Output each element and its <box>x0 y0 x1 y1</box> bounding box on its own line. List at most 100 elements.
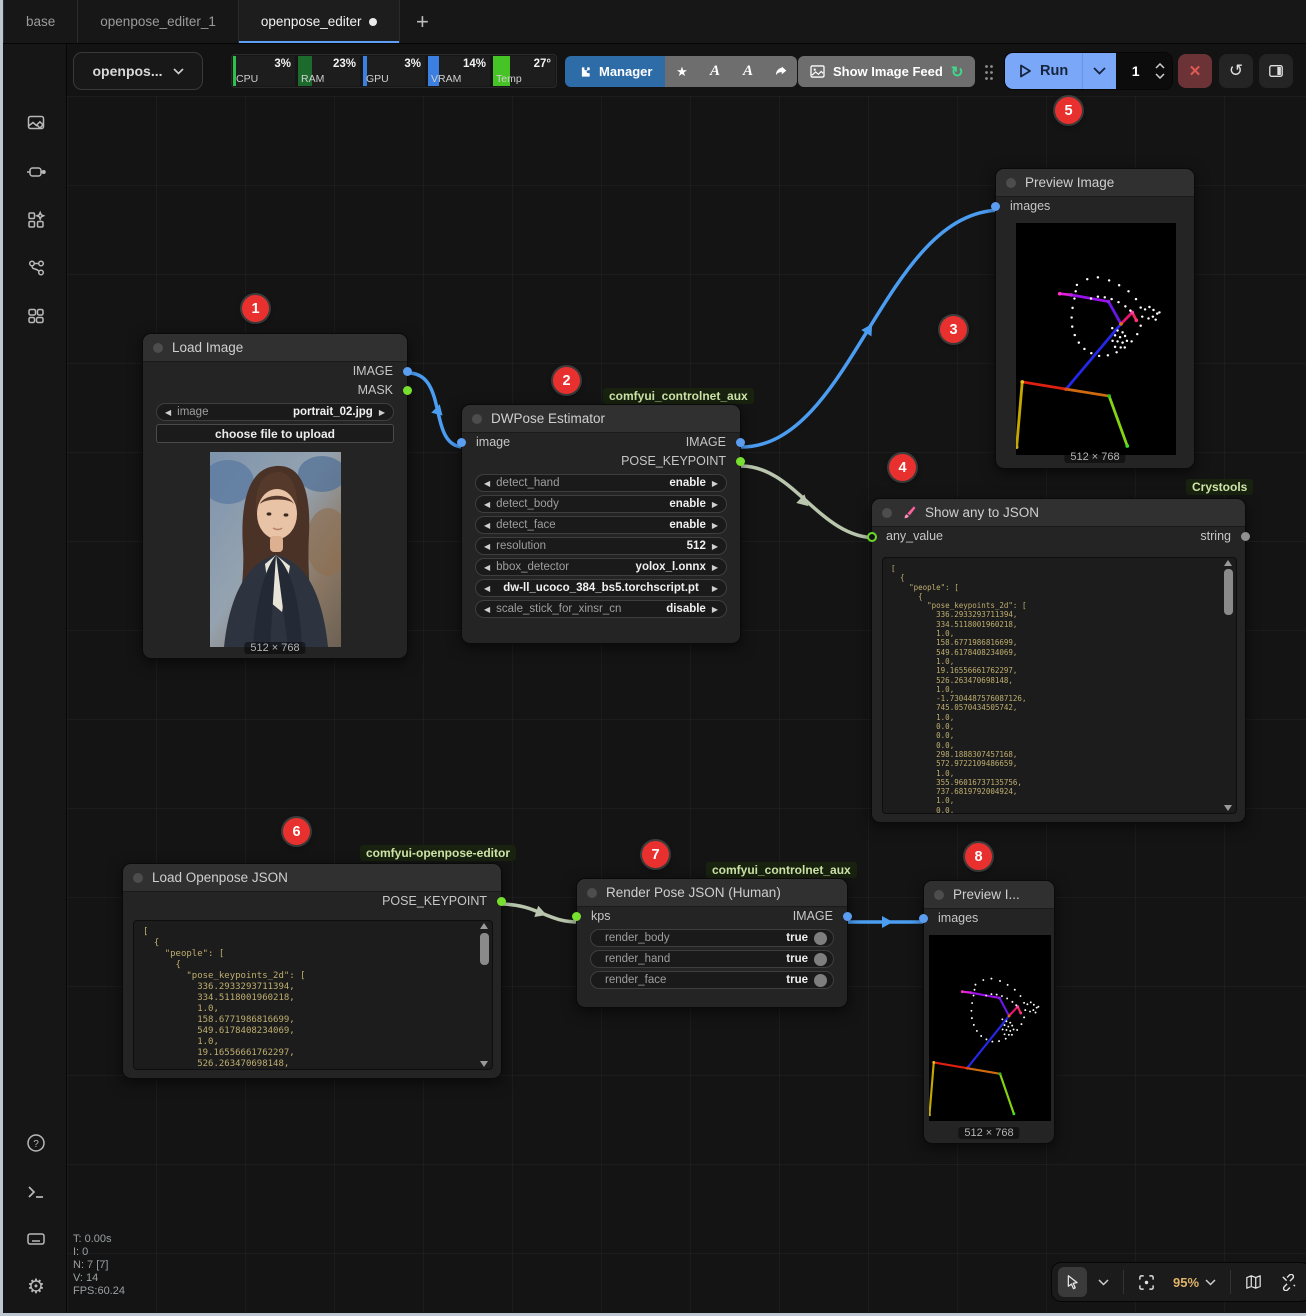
toggle-links-button[interactable] <box>1273 1267 1304 1297</box>
scroll-up-icon[interactable] <box>1224 560 1232 566</box>
right-arrow-icon[interactable]: ▶ <box>712 500 718 509</box>
widget-render-face[interactable]: render_face true <box>590 971 834 989</box>
scroll-down-icon[interactable] <box>480 1061 488 1067</box>
widget-detect-body[interactable]: ◀ detect_body enable ▶ <box>475 495 727 513</box>
terminal-button[interactable] <box>25 1181 47 1203</box>
run-options-button[interactable] <box>1082 53 1116 89</box>
widget-detect-face[interactable]: ◀ detect_face enable ▶ <box>475 516 727 534</box>
toggle-panel-button[interactable] <box>1259 54 1293 88</box>
collapse-dot-icon[interactable] <box>472 414 482 424</box>
collapse-dot-icon[interactable] <box>133 873 143 883</box>
image-widget[interactable]: ◀ image portrait_02.jpg ▶ <box>156 403 394 421</box>
tab-base[interactable]: base <box>3 0 78 43</box>
input-dot-image[interactable] <box>457 438 466 447</box>
input-dot-images[interactable] <box>991 202 1000 211</box>
scrollbar-thumb[interactable] <box>480 933 489 965</box>
cancel-run-button[interactable]: ✕ <box>1178 54 1212 88</box>
right-arrow-icon[interactable]: ▶ <box>712 479 718 488</box>
right-arrow-icon[interactable]: ▶ <box>712 521 718 530</box>
widget-pose-estimator[interactable]: ◀ dw-ll_ucoco_384_bs5.torchscript.pt ▶ <box>475 579 727 597</box>
widget-detect-hand[interactable]: ◀ detect_hand enable ▶ <box>475 474 727 492</box>
star-button[interactable]: ★ <box>665 56 698 87</box>
scrollbar[interactable] <box>1223 560 1234 811</box>
left-arrow-icon[interactable]: ◀ <box>484 479 490 488</box>
node-preview-image[interactable]: Preview Image images 512 × 768 <box>995 168 1195 469</box>
node-header[interactable]: Show any to JSON <box>872 499 1245 527</box>
left-arrow-icon[interactable]: ◀ <box>484 605 490 614</box>
minimap-button[interactable] <box>1238 1267 1269 1297</box>
output-dot-image[interactable] <box>736 438 745 447</box>
node-header[interactable]: DWPose Estimator <box>462 405 740 433</box>
drag-handle[interactable] <box>984 64 994 86</box>
output-dot-pose-keypoint[interactable] <box>497 897 506 906</box>
widget-render-body[interactable]: render_body true <box>590 929 834 947</box>
run-button[interactable]: Run <box>1005 53 1082 89</box>
missing-nodes-button[interactable]: A <box>731 56 764 87</box>
shortcuts-button[interactable] <box>25 1228 47 1250</box>
help-button[interactable]: ? <box>25 1132 47 1154</box>
fit-view-button[interactable] <box>1131 1267 1162 1297</box>
node-load-image[interactable]: Load Image IMAGE MASK ◀ image portrait_0… <box>142 333 408 659</box>
history-button[interactable]: ↺ <box>1219 54 1253 88</box>
output-dot-string[interactable] <box>1241 532 1250 541</box>
share-button[interactable] <box>764 56 797 87</box>
settings-button[interactable]: ⚙ <box>25 1275 47 1297</box>
widget-render-hand[interactable]: render_hand true <box>590 950 834 968</box>
input-dot-images[interactable] <box>919 914 928 923</box>
new-tab-button[interactable]: + <box>400 0 444 43</box>
toggle-icon[interactable] <box>814 953 827 966</box>
node-header[interactable]: Preview I... <box>924 881 1054 909</box>
queue-button[interactable] <box>25 305 47 327</box>
collapse-dot-icon[interactable] <box>934 890 944 900</box>
node-dwpose-estimator[interactable]: DWPose Estimator image IMAGE POSE_KEYPOI… <box>461 404 741 644</box>
widget-resolution[interactable]: ◀ resolution 512 ▶ <box>475 537 727 555</box>
input-dot-kps[interactable] <box>572 912 581 921</box>
right-arrow-icon[interactable]: ▶ <box>712 563 718 572</box>
node-header[interactable]: Preview Image <box>996 169 1194 197</box>
widget-bbox-detector[interactable]: ◀ bbox_detector yolox_l.onnx ▶ <box>475 558 727 576</box>
left-arrow-icon[interactable]: ◀ <box>484 563 490 572</box>
output-dot-image[interactable] <box>843 912 852 921</box>
collapse-dot-icon[interactable] <box>882 508 892 518</box>
toggle-icon[interactable] <box>814 932 827 945</box>
output-dot-pose-keypoint[interactable] <box>736 457 745 466</box>
collapse-dot-icon[interactable] <box>153 343 163 353</box>
json-editor[interactable]: [ { "people": [ { "pose_keypoints_2d": [… <box>133 920 493 1070</box>
widget-scale-stick[interactable]: ◀ scale_stick_for_xinsr_cn disable ▶ <box>475 600 727 618</box>
tool-dropdown-button[interactable] <box>1091 1267 1116 1297</box>
left-arrow-icon[interactable]: ◀ <box>484 542 490 551</box>
toggle-icon[interactable] <box>814 974 827 987</box>
custom-nodes-button[interactable]: A <box>698 56 731 87</box>
workflow-selector[interactable]: openpos... <box>73 52 203 90</box>
node-header[interactable]: Load Openpose JSON <box>123 864 501 892</box>
right-arrow-icon[interactable]: ▶ <box>712 584 718 593</box>
input-dot-any-value[interactable] <box>867 532 877 542</box>
tab-openpose-editer-1[interactable]: openpose_editer_1 <box>78 0 239 43</box>
left-arrow-icon[interactable]: ◀ <box>165 408 171 417</box>
node-header[interactable]: Load Image <box>143 334 407 362</box>
node-preview-image-2[interactable]: Preview I... images 512 × 768 <box>923 880 1055 1144</box>
node-library-button[interactable] <box>25 161 47 183</box>
workflows-button[interactable] <box>25 257 47 279</box>
collapse-dot-icon[interactable] <box>587 888 597 898</box>
right-arrow-icon[interactable]: ▶ <box>712 605 718 614</box>
tab-openpose-editer[interactable]: openpose_editer <box>239 0 401 43</box>
node-load-openpose-json[interactable]: Load Openpose JSON POSE_KEYPOINT [ { "pe… <box>122 863 502 1079</box>
scroll-down-icon[interactable] <box>1224 805 1232 811</box>
image-gallery-button[interactable] <box>25 112 47 134</box>
scrollbar[interactable] <box>479 923 490 1067</box>
scroll-up-icon[interactable] <box>480 923 488 929</box>
node-show-any-to-json[interactable]: Show any to JSON any_value string [ { "p… <box>871 498 1246 823</box>
json-output-view[interactable]: [ { "people": [ { "pose_keypoints_2d": [… <box>882 557 1237 814</box>
model-library-button[interactable] <box>25 209 47 231</box>
batch-steppers[interactable] <box>1155 63 1172 79</box>
right-arrow-icon[interactable]: ▶ <box>712 542 718 551</box>
collapse-dot-icon[interactable] <box>1006 178 1016 188</box>
output-dot-image[interactable] <box>403 367 412 376</box>
node-header[interactable]: Render Pose JSON (Human) <box>577 879 847 907</box>
scrollbar-thumb[interactable] <box>1224 569 1233 615</box>
node-render-pose-json[interactable]: Render Pose JSON (Human) kps IMAGE rende… <box>576 878 848 1008</box>
show-image-feed-button[interactable]: Show Image Feed ↻ <box>798 56 975 87</box>
output-dot-mask[interactable] <box>403 386 412 395</box>
left-arrow-icon[interactable]: ◀ <box>484 500 490 509</box>
